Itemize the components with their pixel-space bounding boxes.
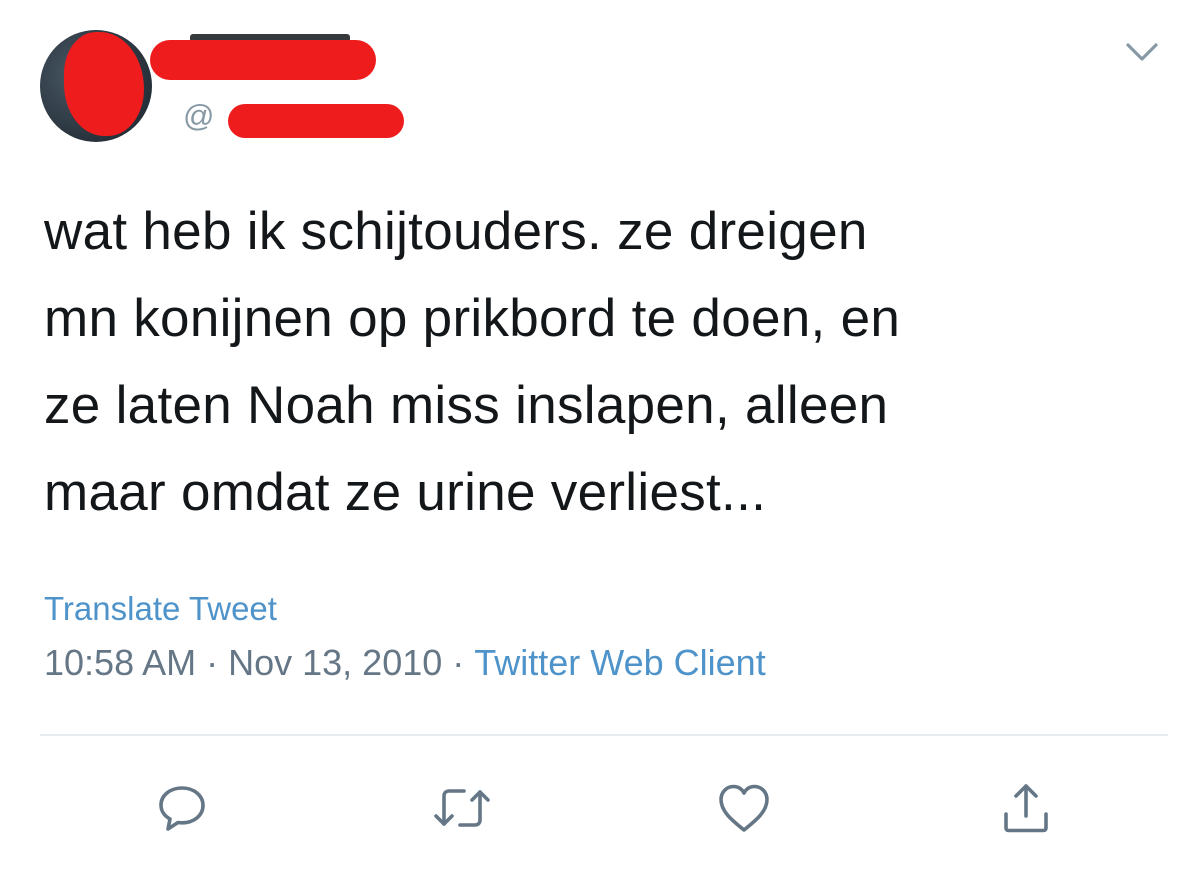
share-icon	[1004, 784, 1048, 833]
redaction-mark	[150, 40, 376, 80]
tweet-date[interactable]: Nov 13, 2010	[228, 642, 442, 683]
divider	[40, 734, 1168, 736]
tweet-menu-button[interactable]	[1122, 36, 1162, 68]
tweet-card: @ wat heb ik schijtouders. ze dreigen mn …	[0, 0, 1200, 876]
tweet-time[interactable]: 10:58 AM	[44, 642, 196, 683]
retweet-button[interactable]	[430, 776, 494, 840]
tweet-line: ze laten Noah miss inslapen, alleen	[44, 376, 889, 435]
reply-button[interactable]	[150, 776, 214, 840]
share-button[interactable]	[994, 776, 1058, 840]
avatar[interactable]	[40, 30, 152, 142]
handle-prefix: @	[183, 98, 215, 133]
tweet-line: wat heb ik schijtouders. ze dreigen	[44, 202, 868, 261]
tweet-line: mn konijnen op prikbord te doen, en	[44, 289, 901, 348]
tweet-line: maar omdat ze urine verliest...	[44, 463, 767, 522]
retweet-icon	[434, 789, 490, 827]
chevron-down-icon	[1126, 43, 1158, 61]
redaction-mark	[64, 32, 144, 136]
meta-separator: ·	[452, 642, 465, 683]
tweet-client-link[interactable]: Twitter Web Client	[474, 642, 765, 683]
tweet-text: wat heb ik schijtouders. ze dreigen mn ko…	[44, 188, 1164, 536]
heart-icon	[719, 784, 769, 832]
meta-separator: ·	[206, 642, 219, 683]
like-button[interactable]	[712, 776, 776, 840]
redaction-mark	[228, 104, 404, 138]
user-handle[interactable]: @	[183, 98, 215, 134]
tweet-meta: 10:58 AM · Nov 13, 2010 · Twitter Web Client	[44, 642, 766, 684]
translate-tweet-link[interactable]: Translate Tweet	[44, 590, 277, 628]
reply-icon	[159, 786, 205, 831]
